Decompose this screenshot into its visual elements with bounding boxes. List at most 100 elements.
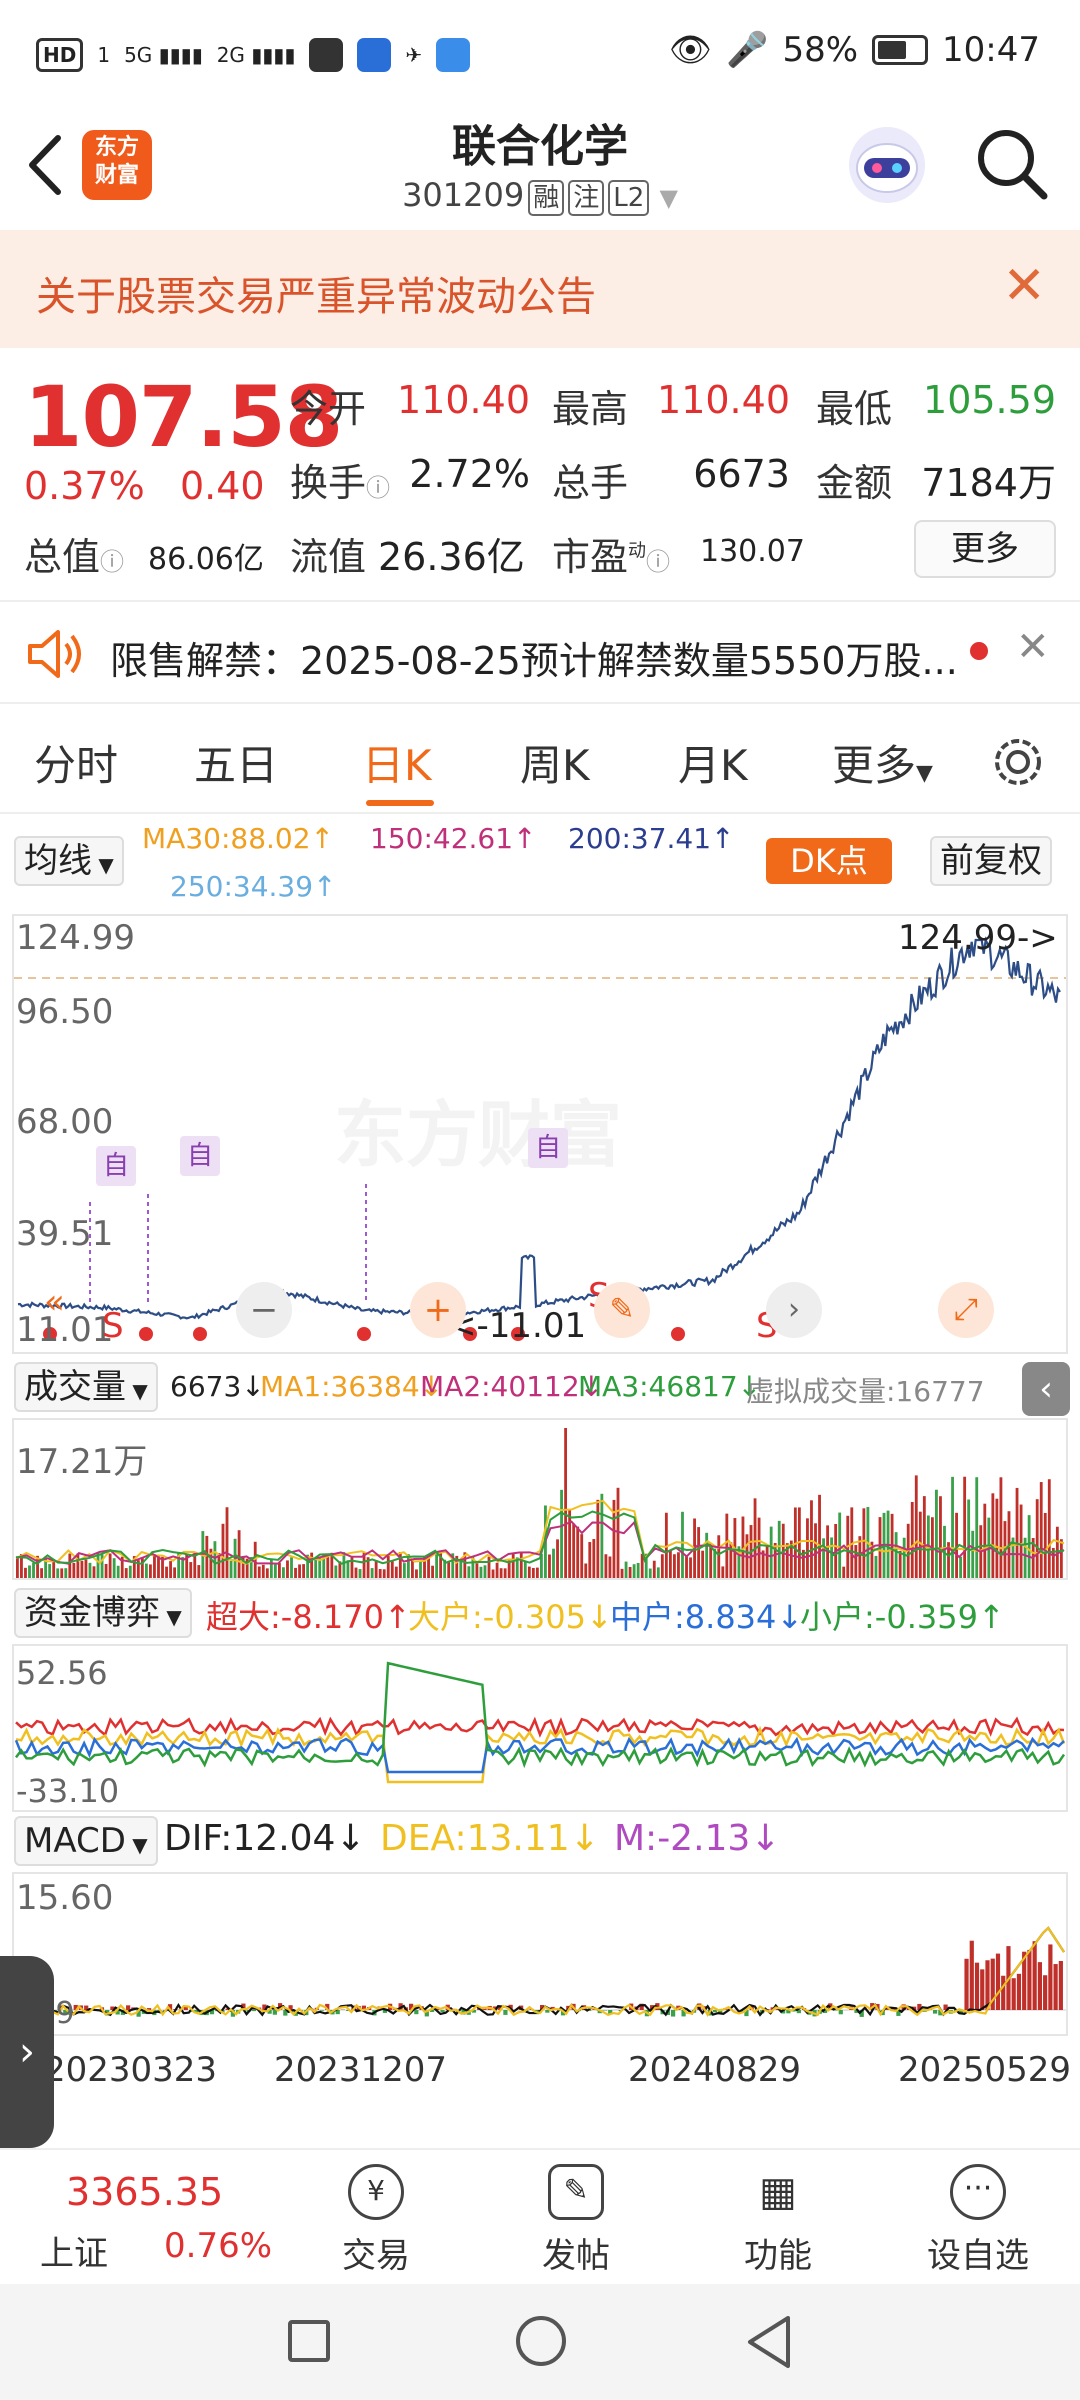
recent-apps-icon[interactable] [288,2320,330,2362]
self-select-marker[interactable]: 自 [180,1136,220,1176]
side-drawer-handle[interactable]: › [0,1956,54,2148]
macd-bar [251,2010,256,2012]
post-button[interactable]: ✎ 发帖 [506,2164,646,2277]
float-value: 26.36亿 [378,535,525,579]
volume-bar [431,1565,434,1578]
volume-bar [596,1499,600,1578]
volume-bar [511,1553,515,1578]
kline-chart[interactable]: 东方财富 124.99 96.50 68.00 39.51 11.01 124.… [12,914,1068,1354]
scroll-left-icon[interactable]: « [44,1282,65,1322]
high-value: 110.40 [657,378,790,422]
volume-bar [273,1564,277,1578]
tab-daily-k[interactable]: 日K [362,732,432,793]
macd-bar [126,2005,131,2010]
search-icon[interactable] [976,128,1048,200]
volume-bar [922,1496,926,1578]
sell-marker[interactable]: S [102,1306,124,1346]
lockup-text[interactable]: 限售解禁：2025-08-25预计解禁数量5550万股... [110,630,958,685]
fund-flow-chart[interactable]: 52.56 -33.10 [12,1644,1068,1812]
tab-intraday[interactable]: 分时 [34,732,118,793]
volume-current: 6673↓ [170,1370,265,1403]
volume-bar [314,1559,318,1578]
indicator-select-volume[interactable]: 成交量 ▼ [14,1362,158,1412]
self-select-marker[interactable]: 自 [96,1146,136,1186]
robot-assistant-icon[interactable] [844,122,930,208]
volume-bar [959,1556,963,1578]
tab-more[interactable]: 更多▼ [832,732,933,793]
volume-bar [1035,1499,1039,1578]
fullscreen-icon[interactable]: ⤢ [938,1282,994,1338]
open-value: 110.40 [397,378,530,422]
volume-bar [681,1511,684,1578]
volume-bar [499,1568,503,1578]
scroll-right-icon[interactable]: › [766,1282,822,1338]
volume-bar [535,1567,539,1578]
indicator-select-ma[interactable]: 均线 ▼ [14,836,124,886]
volume-bar [358,1569,362,1578]
trade-button[interactable]: ¥ 交易 [306,2164,446,2277]
macd-chart[interactable]: 15.60 -.79 [12,1872,1068,2036]
volume-bar [483,1565,487,1578]
announcement-text[interactable]: 关于股票交易严重异常波动公告 [36,264,596,322]
volume-bar [390,1560,394,1578]
open-label: 今开 [290,387,367,431]
volume-bar [548,1554,551,1578]
draw-tool-icon[interactable]: ✎ [594,1282,650,1338]
more-button[interactable]: 更多 [914,520,1056,578]
volume-bar [648,1568,652,1578]
fund-big: 大户:-0.305↓ [408,1598,613,1636]
macd-svg [14,1926,1066,2017]
volume-bar [116,1565,120,1578]
adjust-mode-select[interactable]: 前复权 [930,836,1052,886]
close-icon[interactable]: ✕ [1016,624,1050,670]
volume-bar [685,1556,688,1578]
macd-bar [838,2010,843,2015]
grid-icon: ▦ [759,2169,797,2215]
index-name[interactable]: 上证 [40,2226,108,2275]
mic-icon: 🎤 [726,30,769,70]
close-icon[interactable]: ✕ [1002,256,1046,316]
volume-bar [935,1489,938,1578]
gear-icon[interactable] [990,734,1046,790]
fund-series-line [15,1716,1065,1738]
mktcap-label: 总值ⓘ [24,535,125,579]
dk-point-button[interactable]: DK点 [766,838,892,884]
add-watchlist-button[interactable]: ··· 设自选 [908,2164,1048,2277]
zoom-in-icon[interactable]: + [410,1282,466,1338]
indicator-select-fund[interactable]: 资金博弈 ▼ [14,1588,192,1638]
volume-legend-row: 成交量 ▼ 6673↓ MA1:36384↓ MA2:40112↓ MA3:46… [0,1356,1080,1418]
ma200-legend: 200:37.41↑ [568,822,735,855]
volume-bar [495,1562,499,1578]
back-icon[interactable] [744,2314,794,2370]
volume-bar [838,1512,842,1578]
volume-bar [874,1555,878,1578]
volume-bar [705,1532,709,1578]
y-label: 39.51 [16,1214,114,1254]
tab-monthly-k[interactable]: 月K [678,732,748,793]
lockup-expiry-banner[interactable]: 限售解禁：2025-08-25预计解禁数量5550万股... ✕ [0,600,1080,704]
home-icon[interactable] [516,2316,566,2366]
tab-five-day[interactable]: 五日 [194,732,278,793]
functions-button[interactable]: ▦ 功能 [708,2164,848,2277]
indicator-select-macd[interactable]: MACD ▼ [14,1816,158,1866]
zoom-out-icon[interactable]: − [236,1282,292,1338]
volume-bar [830,1537,834,1578]
collapse-panel-icon[interactable]: ‹ [1022,1362,1070,1416]
volume-bar [523,1561,527,1578]
battery-icon [872,35,929,65]
volume-bar [64,1568,68,1578]
volume-bar [1015,1487,1019,1578]
index-value[interactable]: 3365.35 [66,2170,223,2214]
signal-dot [671,1327,685,1341]
announcement-banner[interactable]: 关于股票交易严重异常波动公告 ✕ [0,230,1080,348]
macd-bar [1058,1960,1063,2010]
index-change[interactable]: 0.76% [164,2226,272,2266]
volume-bar [814,1523,817,1578]
high-label: 最高 [552,387,629,431]
macd-bar [1048,1944,1053,2010]
signal-dot [193,1327,207,1341]
volume-bar [584,1563,588,1578]
tab-weekly-k[interactable]: 周K [520,732,590,793]
self-select-marker[interactable]: 自 [528,1128,568,1168]
volume-chart[interactable]: 17.21万 [12,1418,1068,1580]
